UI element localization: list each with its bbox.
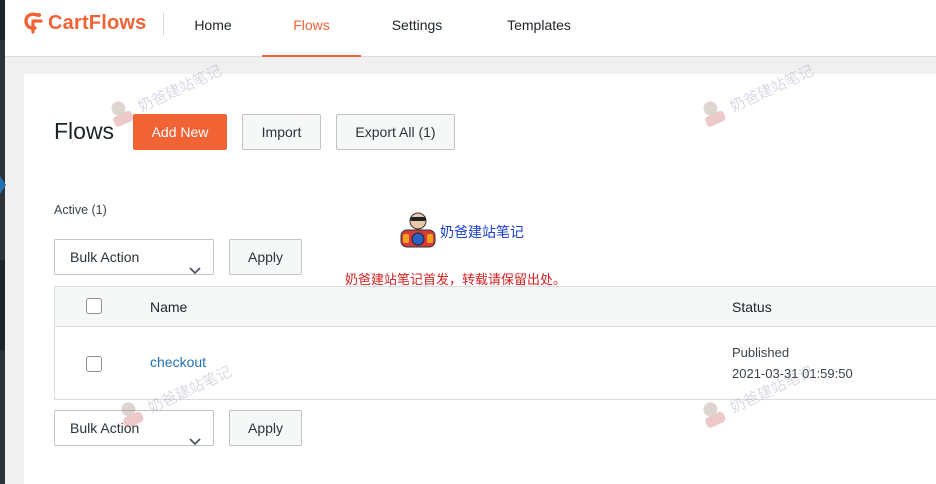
top-navigation: CartFlows Home Flows Settings Templates bbox=[5, 0, 936, 57]
chevron-down-icon bbox=[189, 253, 201, 287]
table-header: Name Status bbox=[55, 287, 936, 327]
brand-name: CartFlows bbox=[48, 11, 147, 34]
admin-sidebar-edge bbox=[0, 0, 6, 484]
apply-button-top[interactable]: Apply bbox=[229, 239, 302, 275]
tab-settings[interactable]: Settings bbox=[381, 0, 453, 56]
nav-divider bbox=[163, 12, 164, 36]
bulk-action-selected: Bulk Action bbox=[70, 249, 140, 265]
page-title: Flows bbox=[54, 118, 115, 144]
tab-templates[interactable]: Templates bbox=[495, 0, 583, 56]
apply-button-bottom[interactable]: Apply bbox=[229, 410, 302, 446]
column-header-status: Status bbox=[732, 299, 772, 315]
admin-sidebar-segment bbox=[0, 260, 5, 350]
export-all-button[interactable]: Export All (1) bbox=[336, 114, 455, 150]
active-filter-link[interactable]: Active (1) bbox=[54, 203, 107, 217]
tab-home[interactable]: Home bbox=[185, 0, 241, 56]
badge-text: 奶爸建站笔记 bbox=[440, 224, 524, 241]
cartflows-logo-icon bbox=[23, 12, 43, 34]
row-checkbox[interactable] bbox=[86, 356, 102, 372]
mascot-icon bbox=[398, 209, 438, 254]
flow-status: Published bbox=[732, 345, 790, 360]
select-all-checkbox[interactable] bbox=[86, 298, 102, 314]
column-header-name[interactable]: Name bbox=[150, 299, 187, 315]
import-button[interactable]: Import bbox=[242, 114, 321, 150]
tab-flows[interactable]: Flows bbox=[262, 0, 361, 57]
chevron-down-icon bbox=[189, 424, 201, 458]
current-menu-marker bbox=[0, 176, 6, 194]
brand-logo[interactable]: CartFlows bbox=[23, 10, 146, 36]
bulk-action-select-top[interactable]: Bulk Action bbox=[54, 239, 214, 275]
repost-notice: 奶爸建站笔记首发，转载请保留出处。 bbox=[345, 273, 567, 288]
site-badge: 奶爸建站笔记 bbox=[398, 209, 524, 254]
